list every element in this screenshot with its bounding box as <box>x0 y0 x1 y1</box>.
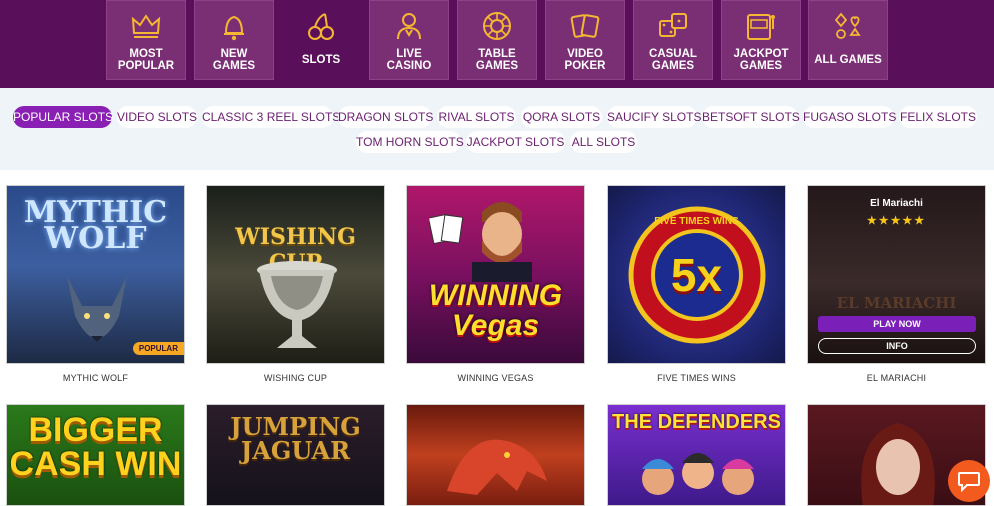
category-slots[interactable]: SLOTS <box>282 0 360 80</box>
live-chat-button[interactable] <box>948 460 990 502</box>
filter-dragon-slots[interactable]: DRAGON SLOTS <box>338 106 433 128</box>
filter-tom-horn-slots[interactable]: TOM HORN SLOTS <box>356 131 464 153</box>
game-tile-winning-vegas[interactable]: WINNING Vegas <box>406 185 585 364</box>
game-name-mythic-wolf[interactable]: MYTHIC WOLF <box>6 373 185 383</box>
character-illustration <box>472 202 532 282</box>
rating-stars: ★★★★★ <box>866 215 927 227</box>
card-suits-icon <box>834 12 861 39</box>
ring-text: FIVE TIMES WINS <box>654 216 739 227</box>
filter-classic-3-reel-slots[interactable]: CLASSIC 3 REEL SLOTS <box>202 106 340 128</box>
filter-felix-slots[interactable]: FELIX SLOTS <box>899 106 977 128</box>
game-name-five-times-wins[interactable]: FIVE TIMES WINS <box>607 373 786 383</box>
category-jackpot-games[interactable]: JACKPOT GAMES <box>721 0 801 80</box>
wolf-illustration <box>67 276 127 342</box>
game-tile-the-defenders[interactable]: THE DEFENDERS <box>607 404 786 506</box>
filter-popular-slots[interactable]: POPULAR SLOTS <box>13 106 113 128</box>
info-button[interactable]: INFO <box>818 338 976 354</box>
crown-icon <box>131 14 161 38</box>
game-tile-dragon[interactable] <box>406 404 585 506</box>
category-label: SLOTS <box>301 54 341 66</box>
game-tile-five-times-wins[interactable]: 5x FIVE TIMES WINS <box>607 185 786 364</box>
game-name-el-mariachi[interactable]: EL MARIACHI <box>807 373 986 383</box>
game-tile-el-mariachi[interactable]: El Mariachi ★★★★★ EL MARIACHI PLAY NOW I… <box>807 185 986 364</box>
game-art-title: 5x <box>670 249 723 301</box>
category-label: LIVE CASINO <box>386 48 432 72</box>
category-casual-games[interactable]: CASUAL GAMES <box>633 0 713 80</box>
category-label: ALL GAMES <box>814 54 882 66</box>
cherries-icon <box>308 13 334 40</box>
bell-icon <box>224 15 244 41</box>
dragon-illustration <box>447 439 547 495</box>
category-live-casino[interactable]: LIVE CASINO <box>369 0 449 80</box>
filter-video-slots[interactable]: VIDEO SLOTS <box>117 106 197 128</box>
filter-betsoft-slots[interactable]: BETSOFT SLOTS <box>702 106 800 128</box>
filter-qora-slots[interactable]: QORA SLOTS <box>521 106 602 128</box>
playing-cards-illustration <box>429 213 464 245</box>
trophy-cup-illustration <box>257 261 337 348</box>
filter-saucify-slots[interactable]: SAUCIFY SLOTS <box>607 106 701 128</box>
game-art-title: WINNING Vegas <box>428 279 563 342</box>
category-video-poker[interactable]: VIDEO POKER <box>545 0 625 80</box>
category-label: CASUAL GAMES <box>649 48 697 72</box>
category-label: TABLE GAMES <box>475 48 519 72</box>
game-tile-bigger-cash-win[interactable]: BIGGER CASH WIN <box>6 404 185 506</box>
category-label: NEW GAMES <box>212 48 256 72</box>
game-name-wishing-cup[interactable]: WISHING CUP <box>206 373 385 383</box>
heroes-illustration <box>642 453 754 495</box>
dice-icon <box>659 13 687 37</box>
game-tile-jumping-jaguar[interactable]: JUMPING JAGUAR <box>206 404 385 506</box>
category-label: MOST POPULAR <box>117 48 175 72</box>
dealer-icon <box>397 13 421 40</box>
game-tile-wishing-cup[interactable]: WISHING CUP <box>206 185 385 364</box>
filter-fugaso-slots[interactable]: FUGASO SLOTS <box>803 106 896 128</box>
category-nav: MOST POPULAR NEW GAMES SLOTS LIVE CASINO <box>0 0 994 88</box>
play-now-button[interactable]: PLAY NOW <box>818 316 976 332</box>
category-new-games[interactable]: NEW GAMES <box>194 0 274 80</box>
slot-filter-bar: POPULAR SLOTS VIDEO SLOTS CLASSIC 3 REEL… <box>0 88 994 170</box>
game-art-title: BIGGER CASH WIN <box>9 411 182 483</box>
popular-badge: POPULAR <box>132 342 184 355</box>
cards-icon <box>570 14 600 38</box>
category-label: VIDEO POKER <box>564 48 606 72</box>
game-art-title: THE DEFENDERS <box>612 411 781 433</box>
category-most-popular[interactable]: MOST POPULAR <box>106 0 186 80</box>
hover-game-title: El Mariachi <box>870 198 923 209</box>
slot-machine-icon <box>747 14 775 40</box>
game-art-title: EL MARIACHI <box>836 294 957 312</box>
chat-bubble-icon <box>958 472 980 492</box>
category-label: JACKPOT GAMES <box>733 48 789 72</box>
portrait-illustration <box>861 423 935 505</box>
game-art-title: MYTHIC WOLF <box>23 195 168 256</box>
category-table-games[interactable]: TABLE GAMES <box>457 0 537 80</box>
filter-jackpot-slots[interactable]: JACKPOT SLOTS <box>466 131 565 153</box>
filter-rival-slots[interactable]: RIVAL SLOTS <box>437 106 516 128</box>
category-all-games[interactable]: ALL GAMES <box>808 0 888 80</box>
game-art-title: JUMPING JAGUAR <box>230 412 361 465</box>
roulette-icon <box>483 12 511 40</box>
filter-all-slots[interactable]: ALL SLOTS <box>570 131 637 153</box>
game-tile-mythic-wolf[interactable]: MYTHIC WOLF POPULAR <box>6 185 185 364</box>
game-name-winning-vegas[interactable]: WINNING VEGAS <box>406 373 585 383</box>
